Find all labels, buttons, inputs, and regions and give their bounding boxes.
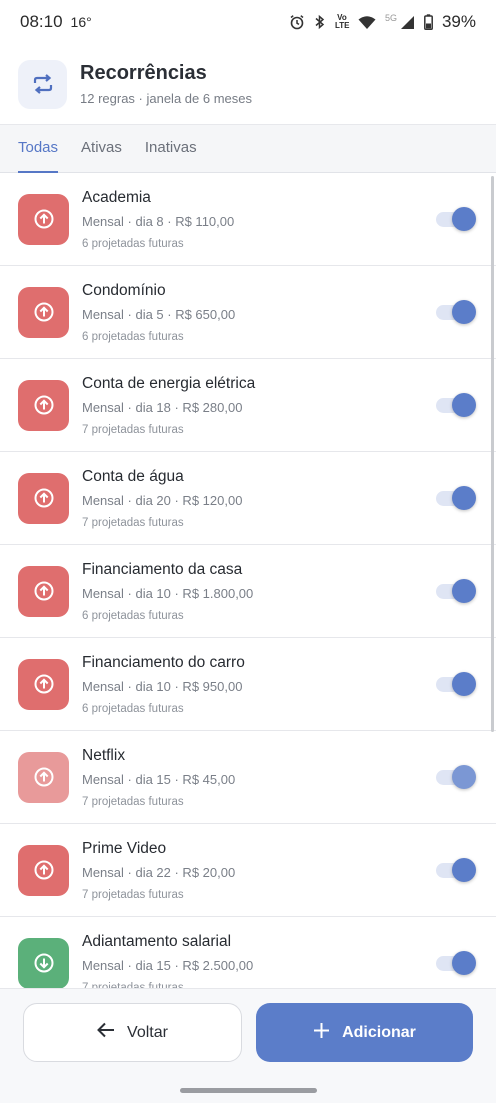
list-item[interactable]: Financiamento da casa Mensal · dia 10 · R… xyxy=(0,545,496,638)
item-projected: 7 projetadas futuras xyxy=(82,423,184,436)
scrollbar[interactable] xyxy=(491,176,494,732)
enabled-toggle[interactable] xyxy=(436,765,476,789)
arrow-up-circle-icon xyxy=(18,751,69,803)
item-name: Condomínio xyxy=(82,281,166,299)
list-item[interactable]: Conta de energia elétrica Mensal · dia 18… xyxy=(0,359,496,452)
item-projected: 7 projetadas futuras xyxy=(82,888,184,901)
enabled-toggle[interactable] xyxy=(436,486,476,510)
page-subtitle: 12 regras · janela de 6 meses xyxy=(80,91,252,106)
item-projected: 6 projetadas futuras xyxy=(82,237,184,250)
arrow-up-circle-icon xyxy=(18,193,69,245)
status-time: 08:10 xyxy=(20,12,63,31)
home-indicator[interactable] xyxy=(180,1088,317,1093)
add-button-label: Adicionar xyxy=(342,1023,416,1041)
page-header: Recorrências 12 regras · janela de 6 mes… xyxy=(0,44,496,124)
enabled-toggle[interactable] xyxy=(436,207,476,231)
recurrence-list[interactable]: Academia Mensal · dia 8 · R$ 110,00 6 proj… xyxy=(0,173,496,989)
item-detail: Mensal · dia 15 · R$ 45,00 xyxy=(82,771,236,787)
bluetooth-icon xyxy=(314,14,326,30)
wifi-icon xyxy=(358,15,376,30)
tab-inativas[interactable]: Inativas xyxy=(145,139,197,172)
enabled-toggle[interactable] xyxy=(436,951,476,975)
enabled-toggle[interactable] xyxy=(436,393,476,417)
arrow-left-icon xyxy=(97,1022,115,1043)
item-detail: Mensal · dia 5 · R$ 650,00 xyxy=(82,306,236,322)
repeat-icon xyxy=(18,59,67,109)
list-item[interactable]: Prime Video Mensal · dia 22 · R$ 20,00 7 p… xyxy=(0,824,496,917)
list-item[interactable]: Academia Mensal · dia 8 · R$ 110,00 6 proj… xyxy=(0,173,496,266)
volte-icon: Vo LTE xyxy=(334,13,350,30)
arrow-down-circle-icon xyxy=(18,937,69,989)
enabled-toggle[interactable] xyxy=(436,858,476,882)
arrow-up-circle-icon xyxy=(18,286,69,338)
item-detail: Mensal · dia 10 · R$ 950,00 xyxy=(82,678,243,694)
item-projected: 7 projetadas futuras xyxy=(82,516,184,529)
list-item[interactable]: Adiantamento salarial Mensal · dia 15 · R… xyxy=(0,917,496,989)
battery-icon xyxy=(424,14,433,30)
arrow-up-circle-icon xyxy=(18,844,69,896)
item-name: Adiantamento salarial xyxy=(82,932,232,950)
item-detail: Mensal · dia 18 · R$ 280,00 xyxy=(82,399,243,415)
arrow-up-circle-icon xyxy=(18,472,69,524)
enabled-toggle[interactable] xyxy=(436,579,476,603)
item-detail: Mensal · dia 8 · R$ 110,00 xyxy=(82,213,235,229)
item-detail: Mensal · dia 10 · R$ 1.800,00 xyxy=(82,585,254,601)
arrow-up-circle-icon xyxy=(18,565,69,617)
item-projected: 6 projetadas futuras xyxy=(82,330,184,343)
list-item[interactable]: Financiamento do carro Mensal · dia 10 · … xyxy=(0,638,496,731)
filter-tabs: Todas Ativas Inativas xyxy=(0,124,496,173)
item-name: Financiamento do carro xyxy=(82,653,245,671)
list-item[interactable]: Conta de água Mensal · dia 20 · R$ 120,00… xyxy=(0,452,496,545)
back-button[interactable]: Voltar xyxy=(23,1003,242,1062)
item-name: Conta de água xyxy=(82,467,184,485)
item-name: Financiamento da casa xyxy=(82,560,243,578)
item-name: Academia xyxy=(82,188,151,206)
list-item[interactable]: Condomínio Mensal · dia 5 · R$ 650,00 6 pr… xyxy=(0,266,496,359)
alarm-icon xyxy=(289,14,305,30)
add-button[interactable]: Adicionar xyxy=(256,1003,473,1062)
network-type: 5G xyxy=(384,13,397,23)
enabled-toggle[interactable] xyxy=(436,672,476,696)
arrow-up-circle-icon xyxy=(18,658,69,710)
item-projected: 7 projetadas futuras xyxy=(82,795,184,808)
item-detail: Mensal · dia 15 · R$ 2.500,00 xyxy=(82,957,254,973)
arrow-up-circle-icon xyxy=(18,379,69,431)
status-temperature: 16° xyxy=(70,14,92,30)
item-name: Netflix xyxy=(82,746,126,764)
item-detail: Mensal · dia 20 · R$ 120,00 xyxy=(82,492,243,508)
page-title: Recorrências xyxy=(80,62,207,84)
tab-todas[interactable]: Todas xyxy=(18,139,59,173)
status-bar: 08:10 16° Vo LTE 5G 39% xyxy=(0,0,496,44)
item-projected: 6 projetadas futuras xyxy=(82,702,184,715)
bottom-action-bar: Voltar Adicionar xyxy=(0,988,496,1103)
back-button-label: Voltar xyxy=(127,1023,168,1041)
tab-ativas[interactable]: Ativas xyxy=(81,139,122,172)
item-projected: 6 projetadas futuras xyxy=(82,609,184,622)
enabled-toggle[interactable] xyxy=(436,300,476,324)
item-name: Prime Video xyxy=(82,839,167,857)
item-name: Conta de energia elétrica xyxy=(82,374,256,392)
item-detail: Mensal · dia 22 · R$ 20,00 xyxy=(82,864,236,880)
cell-signal-icon xyxy=(400,15,415,30)
battery-percentage: 39% xyxy=(441,12,476,31)
list-item[interactable]: Netflix Mensal · dia 15 · R$ 45,00 7 proje… xyxy=(0,731,496,824)
plus-icon xyxy=(313,1022,330,1044)
